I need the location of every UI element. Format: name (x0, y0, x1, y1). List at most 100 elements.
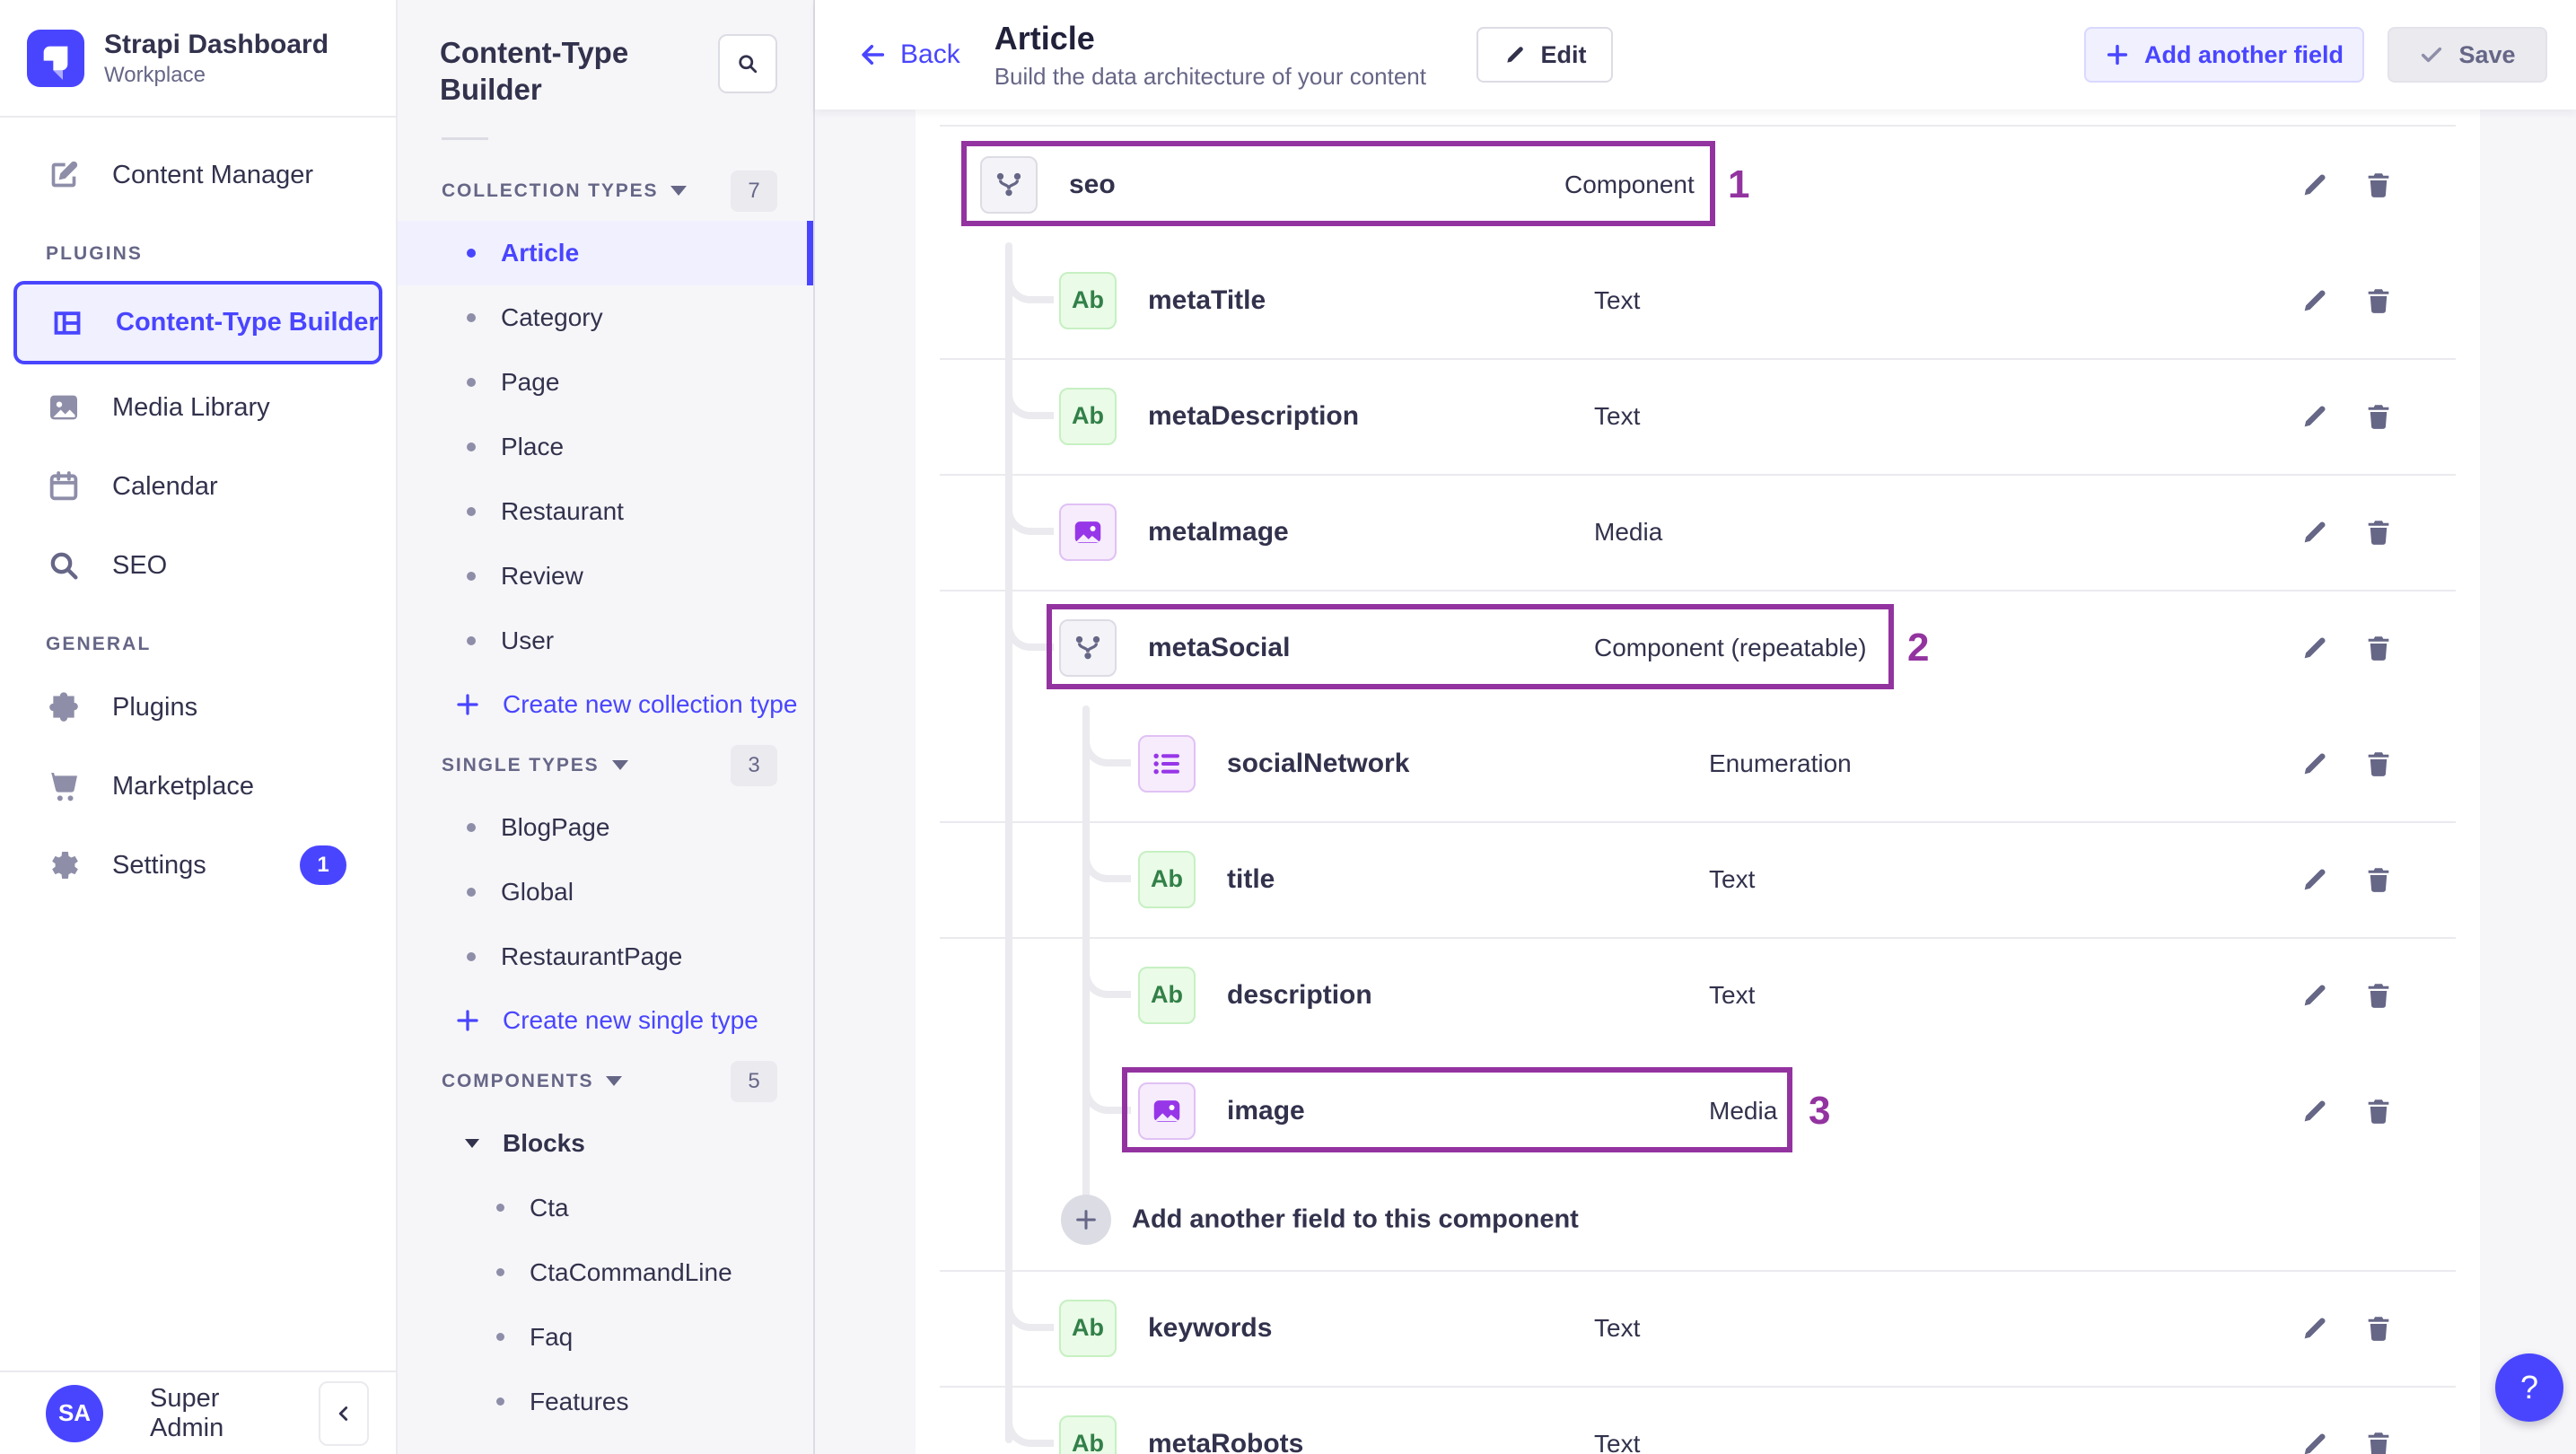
trash-icon (2368, 1432, 2389, 1454)
field-type: Text (1709, 980, 1756, 1009)
sidebar-footer: SA Super Admin (0, 1371, 396, 1454)
sidebar-item-settings[interactable]: Settings 1 (0, 826, 396, 905)
text-field-icon: Ab (1059, 271, 1117, 329)
strapi-logo-icon (27, 29, 84, 87)
bullet-icon (467, 377, 476, 387)
annotation-number-1: 1 (1728, 162, 1750, 206)
collection-types-header[interactable]: COLLECTION TYPES 7 (398, 162, 813, 221)
chevron-left-icon (338, 1406, 348, 1421)
image-icon (46, 390, 82, 425)
pencil-icon (1506, 47, 1523, 63)
create-single-type-link[interactable]: Create new single type (398, 989, 813, 1052)
text-field-icon: Ab (1059, 1415, 1117, 1454)
pencil-icon (2304, 289, 2326, 311)
field-type: Component (repeatable) (1594, 633, 1867, 661)
field-type: Text (1594, 1313, 1641, 1342)
brand: Strapi Dashboard Workplace (0, 0, 396, 118)
sidebar-item-media-library[interactable]: Media Library (0, 368, 396, 447)
divider (442, 136, 488, 140)
edit-field-button[interactable] (2286, 272, 2344, 329)
edit-field-button[interactable] (2286, 1082, 2344, 1140)
sidebar-item-label: Content Manager (112, 160, 314, 189)
field-row-keywords: Ab keywords Text (916, 1270, 2480, 1386)
field-row-title: Ab title Text (916, 821, 2480, 937)
save-button[interactable]: Save (2388, 27, 2547, 83)
field-name: metaSocial (1148, 632, 1291, 662)
single-type-global[interactable]: Global (398, 860, 813, 924)
delete-field-button[interactable] (2350, 272, 2407, 329)
single-types-count: 3 (731, 744, 777, 786)
pencil-icon (2304, 405, 2326, 426)
collapse-sidebar-button[interactable] (319, 1380, 369, 1446)
delete-field-button[interactable] (2350, 156, 2407, 214)
edit-button[interactable]: Edit (1476, 27, 1613, 83)
sidebar-item-calendar[interactable]: Calendar (0, 447, 396, 526)
delete-field-button[interactable] (2350, 1300, 2407, 1357)
edit-field-button[interactable] (2286, 388, 2344, 445)
field-type: Component (1564, 170, 1695, 198)
sidebar-item-seo[interactable]: SEO (0, 526, 396, 605)
sidebar-item-plugins[interactable]: Plugins (0, 668, 396, 747)
add-field-to-component-button[interactable] (1061, 1194, 1111, 1245)
search-button[interactable] (718, 34, 777, 93)
component-group-blocks[interactable]: Blocks (398, 1111, 813, 1176)
trash-icon (2368, 1316, 2389, 1341)
panel-title: Content-Type Builder (440, 36, 629, 107)
edit-field-button[interactable] (2286, 1415, 2344, 1454)
search-icon (739, 55, 758, 74)
edit-field-button[interactable] (2286, 851, 2344, 908)
delete-field-button[interactable] (2350, 967, 2407, 1024)
component-ctacommandline[interactable]: CtaCommandLine (398, 1240, 813, 1305)
field-type: Media (1709, 1096, 1778, 1125)
edit-field-button[interactable] (2286, 735, 2344, 793)
annotation-box-3 (1122, 1067, 1792, 1152)
avatar[interactable]: SA (46, 1384, 103, 1442)
sidebar-item-label: Content-Type Builder (116, 308, 379, 337)
user-name: Super Admin (150, 1383, 224, 1442)
edit-field-button[interactable] (2286, 1300, 2344, 1357)
delete-field-button[interactable] (2350, 619, 2407, 677)
delete-field-button[interactable] (2350, 1082, 2407, 1140)
collection-type-place[interactable]: Place (398, 415, 813, 479)
delete-field-button[interactable] (2350, 388, 2407, 445)
plus-icon (457, 693, 478, 715)
sidebar-item-label: SEO (112, 550, 168, 580)
sidebar-item-content-manager[interactable]: Content Manager (0, 136, 396, 215)
delete-field-button[interactable] (2350, 1415, 2407, 1454)
component-cta[interactable]: Cta (398, 1176, 813, 1240)
edit-field-button[interactable] (2286, 156, 2344, 214)
create-collection-type-link[interactable]: Create new collection type (398, 673, 813, 736)
bullet-icon (467, 248, 476, 258)
delete-field-button[interactable] (2350, 735, 2407, 793)
edit-field-button[interactable] (2286, 619, 2344, 677)
help-button[interactable]: ? (2495, 1353, 2563, 1422)
collection-type-page[interactable]: Page (398, 350, 813, 415)
edit-field-button[interactable] (2286, 504, 2344, 561)
component-faq[interactable]: Faq (398, 1305, 813, 1370)
page-subtitle: Build the data architecture of your cont… (994, 62, 1426, 90)
delete-field-button[interactable] (2350, 851, 2407, 908)
single-type-blogpage[interactable]: BlogPage (398, 795, 813, 860)
collection-type-article[interactable]: Article (398, 220, 813, 285)
delete-field-button[interactable] (2350, 504, 2407, 561)
search-icon (46, 547, 82, 583)
components-header[interactable]: COMPONENTS 5 (398, 1052, 813, 1111)
collection-type-review[interactable]: Review (398, 544, 813, 609)
collection-type-restaurant[interactable]: Restaurant (398, 479, 813, 544)
single-types-header[interactable]: SINGLE TYPES 3 (398, 736, 813, 795)
sidebar-item-content-type-builder[interactable]: Content-Type Builder (13, 281, 382, 364)
field-row-metadescription: Ab metaDescription Text (916, 358, 2480, 474)
back-link[interactable]: Back (857, 39, 960, 70)
pen-icon (46, 157, 82, 193)
sidebar-item-label: Marketplace (112, 771, 254, 801)
pencil-icon (2304, 752, 2326, 774)
collection-type-category[interactable]: Category (398, 285, 813, 350)
component-features[interactable]: Features (398, 1370, 813, 1434)
check-icon (2422, 47, 2442, 63)
sidebar-item-marketplace[interactable]: Marketplace (0, 747, 396, 826)
collection-type-user[interactable]: User (398, 609, 813, 673)
add-field-to-component-label[interactable]: Add another field to this component (1132, 1204, 1579, 1234)
edit-field-button[interactable] (2286, 967, 2344, 1024)
add-another-field-button[interactable]: Add another field (2084, 27, 2364, 83)
single-type-restaurantpage[interactable]: RestaurantPage (398, 924, 813, 989)
